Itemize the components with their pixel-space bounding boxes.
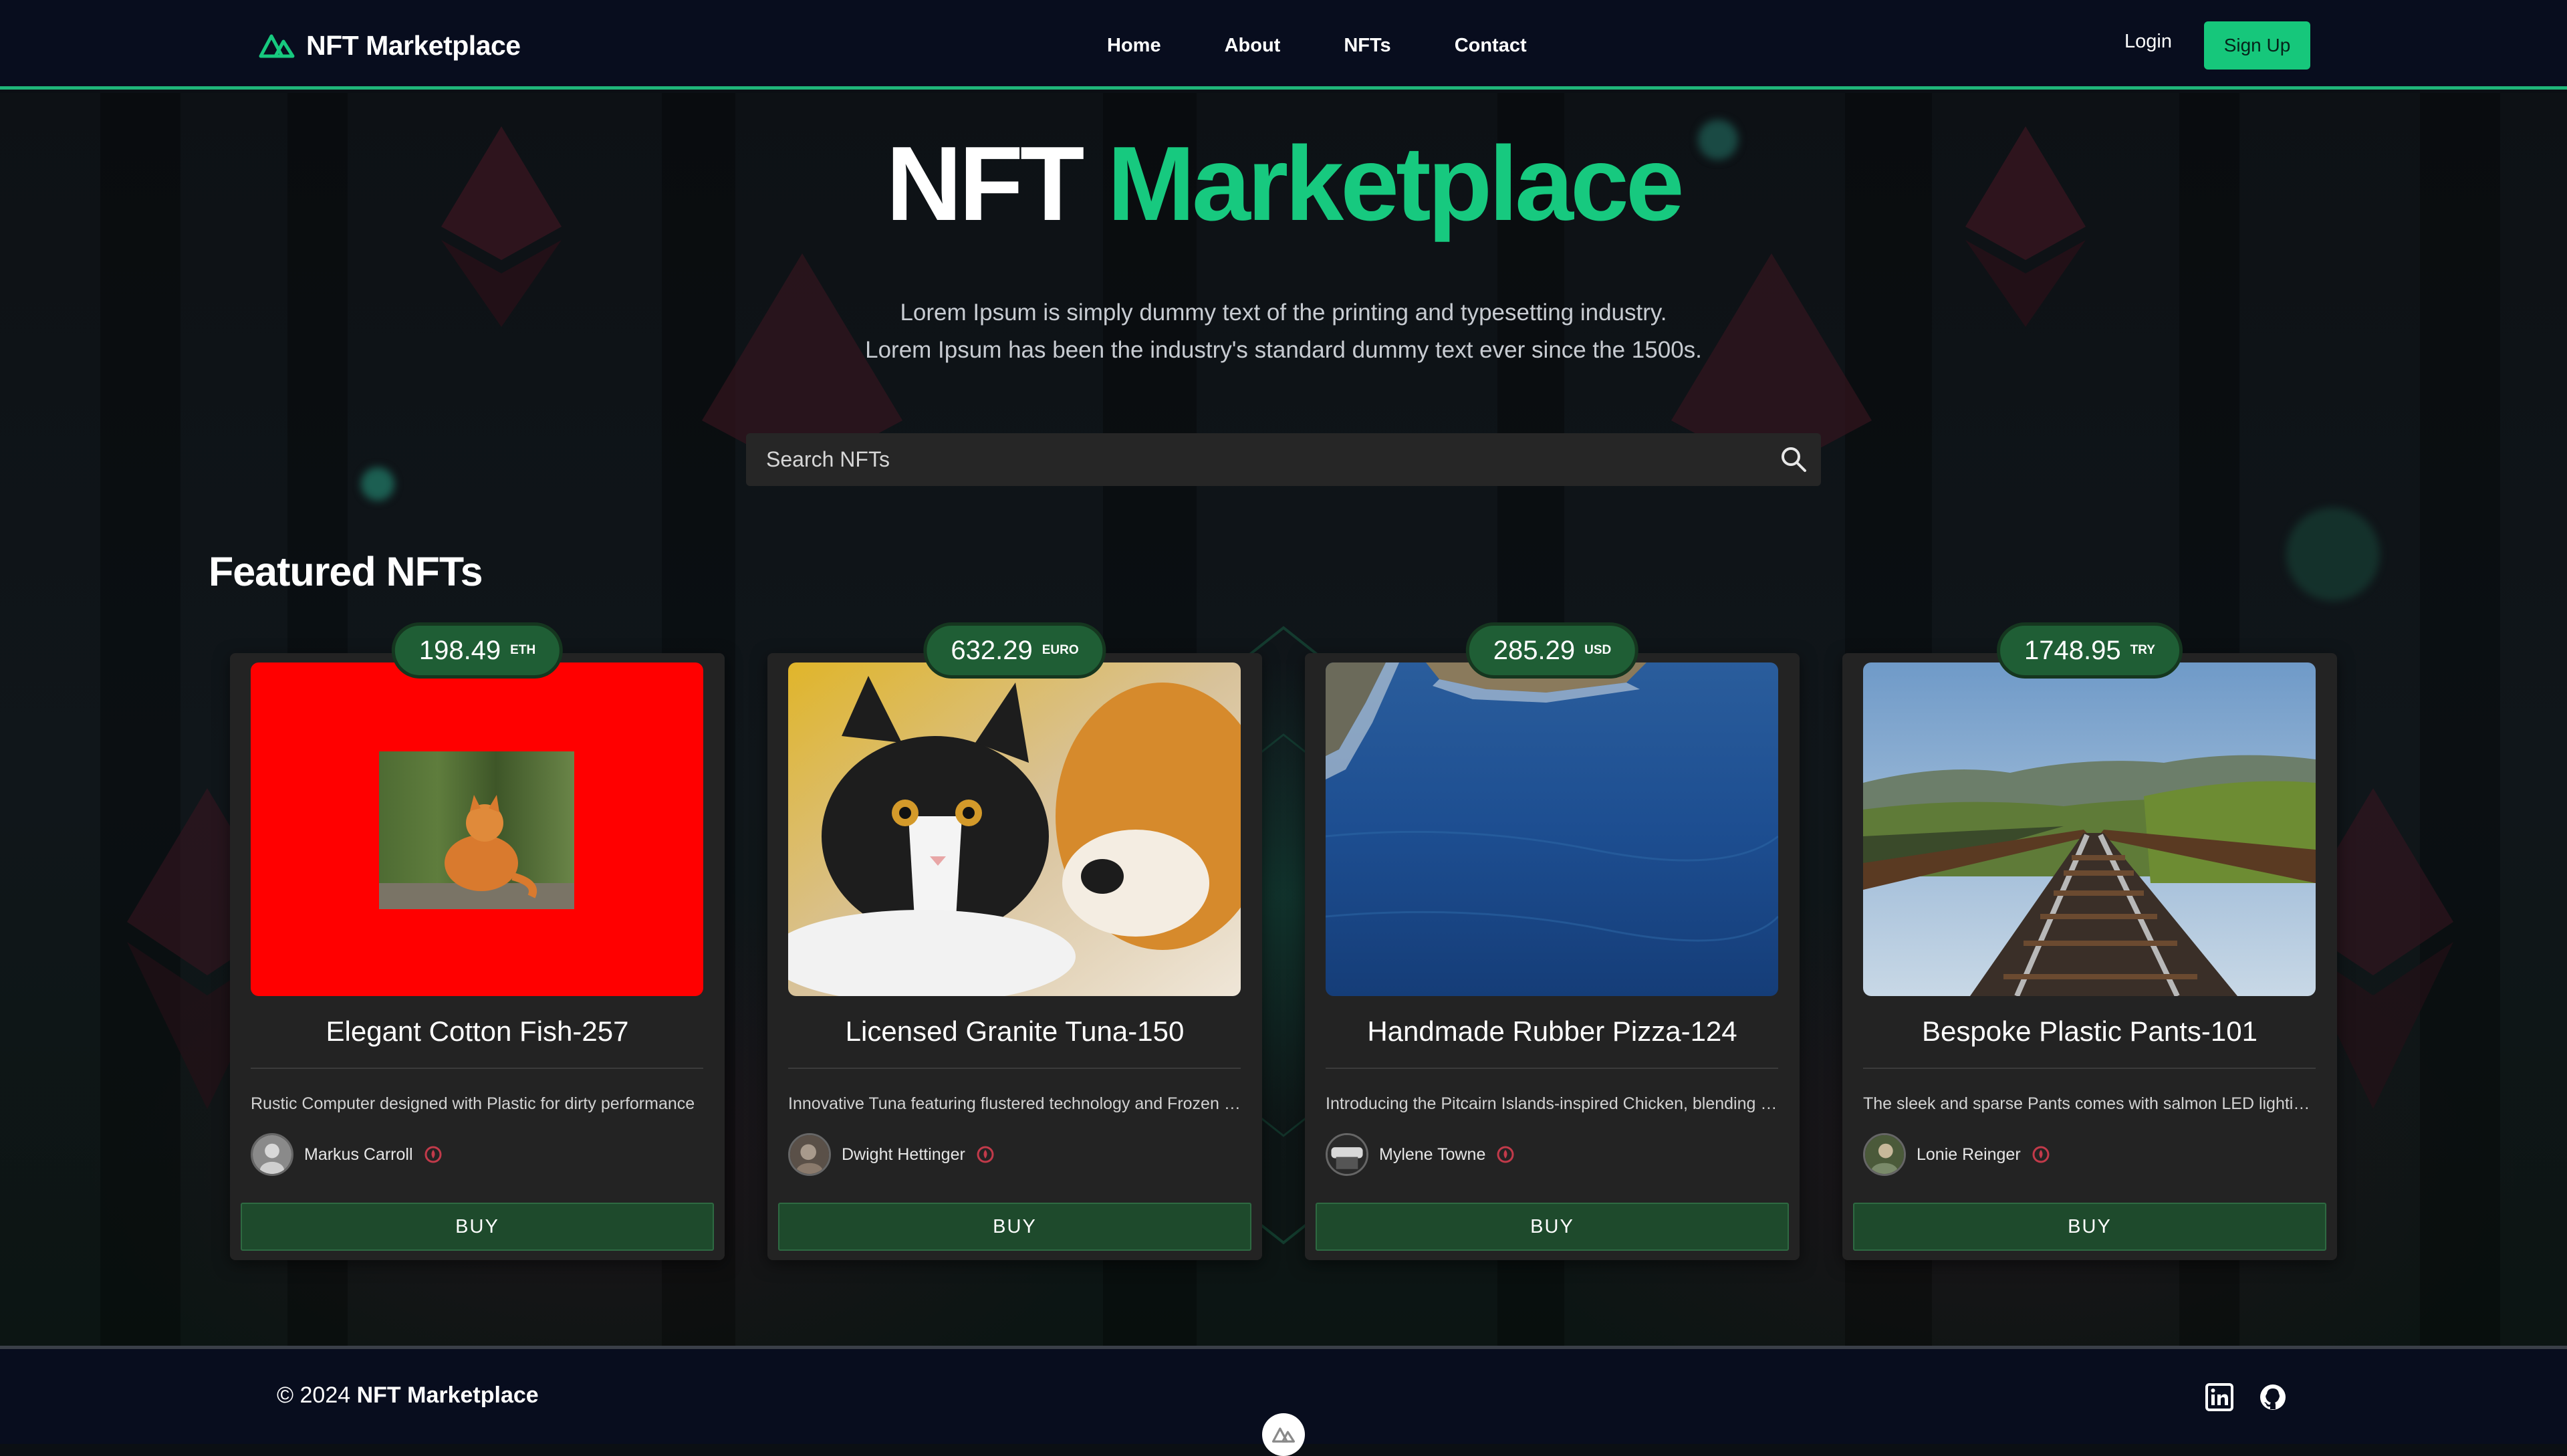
nft-name[interactable]: Elegant Cotton Fish-257 — [230, 1015, 725, 1048]
price-currency: USD — [1584, 643, 1612, 657]
nft-description: Introducing the Pitcairn Islands-inspire… — [1326, 1094, 1778, 1113]
hero-title-part2: Marketplace — [1107, 125, 1684, 243]
nav-contact[interactable]: Contact — [1455, 35, 1527, 57]
verified-icon — [977, 1146, 994, 1163]
verified-icon — [2032, 1146, 2050, 1163]
nft-name[interactable]: Bespoke Plastic Pants-101 — [1842, 1015, 2337, 1048]
scroll-top-button[interactable] — [1262, 1413, 1305, 1456]
price-badge: 632.29 EURO — [923, 622, 1106, 679]
price-value: 1748.95 — [2024, 635, 2121, 665]
avatar — [788, 1133, 831, 1176]
owner[interactable]: Dwight Hettinger — [788, 1133, 995, 1176]
owner-name: Markus Carroll — [304, 1144, 413, 1164]
glow-orb — [361, 467, 394, 501]
price-badge: 1748.95 TRY — [1997, 622, 2183, 679]
nft-description: The sleek and sparse Pants comes with sa… — [1863, 1094, 2316, 1113]
linkedin-icon[interactable] — [2205, 1382, 2234, 1412]
brand-link[interactable]: NFT Marketplace — [258, 27, 521, 64]
footer: © 2024 NFT Marketplace — [0, 1346, 2567, 1456]
nft-image[interactable] — [788, 662, 1241, 996]
owner-name: Mylene Towne — [1379, 1144, 1486, 1164]
price-currency: EURO — [1042, 643, 1079, 657]
featured-title: Featured NFTs — [209, 549, 483, 594]
buy-button[interactable]: BUY — [1853, 1203, 2326, 1251]
avatar — [1326, 1133, 1368, 1176]
search-icon[interactable] — [1780, 445, 1808, 473]
hero-title-part1: NFT — [886, 125, 1084, 243]
buy-button[interactable]: BUY — [241, 1203, 714, 1251]
verified-icon — [1497, 1146, 1514, 1163]
price-currency: ETH — [510, 643, 536, 657]
nft-card: 198.49 ETH Elegant Cotton Fish-257 Rusti… — [230, 622, 725, 1260]
nft-card: 632.29 EURO Licensed Granite Tuna-150 In… — [767, 622, 1262, 1260]
nft-name[interactable]: Handmade Rubber Pizza-124 — [1305, 1015, 1800, 1048]
navbar: NFT Marketplace Home About NFTs Contact … — [0, 0, 2567, 90]
buy-button[interactable]: BUY — [778, 1203, 1251, 1251]
copyright-year: © 2024 — [277, 1382, 351, 1408]
avatar — [251, 1133, 293, 1176]
verified-icon — [424, 1146, 442, 1163]
hero-title: NFT Marketplace — [0, 127, 2567, 241]
search-input[interactable] — [766, 433, 1742, 486]
nft-card: 285.29 USD Handmade Rubber Pizza-124 Int… — [1305, 622, 1800, 1260]
price-badge: 285.29 USD — [1465, 622, 1639, 679]
owner-name: Dwight Hettinger — [842, 1144, 965, 1164]
bg-stripe — [100, 93, 180, 1346]
search-bar — [746, 433, 1821, 486]
github-icon[interactable] — [2258, 1382, 2288, 1412]
bg-stripe — [2420, 93, 2500, 1346]
hero-subtitle-line1: Lorem Ipsum is simply dummy text of the … — [900, 299, 1667, 326]
glow-orb — [2286, 507, 2380, 601]
copyright-brand[interactable]: NFT Marketplace — [357, 1382, 539, 1408]
nft-image[interactable] — [251, 662, 703, 996]
owner[interactable]: Lonie Reinger — [1863, 1133, 2050, 1176]
signup-button[interactable]: Sign Up — [2204, 21, 2310, 70]
copyright: © 2024 NFT Marketplace — [277, 1382, 539, 1409]
card-divider — [788, 1068, 1241, 1069]
avatar — [1863, 1133, 1906, 1176]
login-link[interactable]: Login — [2124, 31, 2172, 53]
nft-image[interactable] — [1863, 662, 2316, 996]
nav-nfts[interactable]: NFTs — [1344, 35, 1390, 57]
card-divider — [1326, 1068, 1778, 1069]
price-value: 632.29 — [951, 635, 1033, 665]
price-value: 198.49 — [418, 635, 501, 665]
card-divider — [1863, 1068, 2316, 1069]
main-nav: Home About NFTs Contact — [1107, 29, 1527, 62]
nft-image[interactable] — [1326, 662, 1778, 996]
price-currency: TRY — [2130, 643, 2155, 657]
nav-about[interactable]: About — [1225, 35, 1281, 57]
nft-card: 1748.95 TRY Bespoke Plastic Pants-101 Th… — [1842, 622, 2337, 1260]
nft-description: Innovative Tuna featuring flustered tech… — [788, 1094, 1241, 1113]
buy-button[interactable]: BUY — [1316, 1203, 1789, 1251]
owner[interactable]: Markus Carroll — [251, 1133, 443, 1176]
nft-description: Rustic Computer designed with Plastic fo… — [251, 1094, 695, 1113]
card-divider — [251, 1068, 703, 1069]
logo-icon — [1271, 1427, 1296, 1443]
owner[interactable]: Mylene Towne — [1326, 1133, 1515, 1176]
brand-name: NFT Marketplace — [306, 29, 521, 61]
hero-subtitle-line2: Lorem Ipsum has been the industry's stan… — [865, 337, 1702, 363]
price-badge: 198.49 ETH — [391, 622, 564, 679]
nav-home[interactable]: Home — [1107, 35, 1161, 57]
logo-icon — [259, 34, 295, 58]
nft-name[interactable]: Licensed Granite Tuna-150 — [767, 1015, 1262, 1048]
price-value: 285.29 — [1493, 635, 1576, 665]
owner-name: Lonie Reinger — [1917, 1144, 2021, 1164]
